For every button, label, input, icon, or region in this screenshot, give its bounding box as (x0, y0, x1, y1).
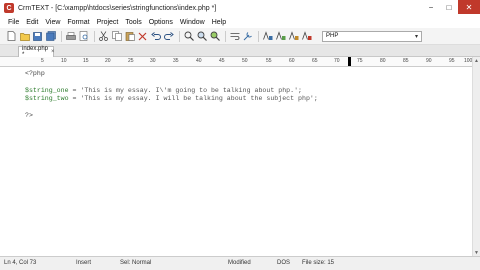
paste-icon[interactable] (124, 31, 135, 42)
tools-icon[interactable] (242, 31, 253, 42)
menu-file[interactable]: File (8, 19, 19, 26)
code-line-3-value: = 'This is my essay. I\'m going to be ta… (68, 86, 302, 94)
new-file-icon[interactable] (6, 31, 17, 42)
ruler-mark: 15 (83, 58, 89, 64)
ruler-mark: 25 (128, 58, 134, 64)
status-line-endings: DOS (277, 260, 291, 266)
open-folder-icon[interactable] (19, 31, 30, 42)
toolbar-separator (179, 30, 180, 42)
code-line-4-variable: $string_two (25, 95, 69, 103)
save-icon[interactable] (32, 31, 43, 42)
minimize-button[interactable]: − (422, 0, 440, 14)
ruler-mark: 55 (266, 58, 272, 64)
menu-window[interactable]: Window (180, 19, 205, 26)
delete-icon[interactable] (137, 31, 148, 42)
tab-close-icon[interactable]: × (51, 49, 55, 55)
toolbar-separator (61, 30, 62, 42)
column-ruler: 5 10 15 20 25 30 35 40 45 50 55 60 65 70… (0, 57, 472, 67)
chevron-down-icon: ▾ (414, 33, 418, 40)
ruler-mark: 95 (449, 58, 455, 64)
ruler-caret-marker (348, 57, 351, 66)
bookmark-prev-icon[interactable] (288, 31, 299, 42)
menu-project[interactable]: Project (97, 19, 119, 26)
status-cursor-position: Ln 4, Col 73 (4, 260, 37, 266)
line-gutter (0, 67, 20, 256)
bookmark-next-icon[interactable] (275, 31, 286, 42)
ruler-mark: 90 (426, 58, 432, 64)
toolbar-separator (225, 30, 226, 42)
ruler-mark: 60 (289, 58, 295, 64)
copy-icon[interactable] (111, 31, 122, 42)
menu-options[interactable]: Options (149, 19, 173, 26)
ruler-mark: 5 (41, 58, 44, 64)
ruler-mark: 70 (334, 58, 340, 64)
close-button[interactable]: ✕ (458, 0, 480, 14)
status-selection-mode: Sel: Normal (120, 260, 152, 266)
language-select-value: PHP (326, 33, 339, 39)
code-editor[interactable]: <?php $string_one = 'This is my essay. I… (0, 67, 472, 256)
menu-help[interactable]: Help (212, 19, 226, 26)
ruler-mark: 75 (357, 58, 363, 64)
window-controls: − □ ✕ (422, 0, 480, 14)
menu-edit[interactable]: Edit (26, 19, 38, 26)
tab-index-php[interactable]: index.php * × (18, 46, 55, 58)
ruler-mark: 85 (403, 58, 409, 64)
toolbar: PHP ▾ (0, 28, 480, 45)
redo-icon[interactable] (163, 31, 174, 42)
scroll-up-arrow-icon[interactable]: ▲ (473, 57, 480, 64)
save-all-icon[interactable] (45, 31, 56, 42)
menu-format[interactable]: Format (67, 19, 89, 26)
menu-tools[interactable]: Tools (125, 19, 141, 26)
word-wrap-icon[interactable] (229, 31, 240, 42)
ruler-mark: 50 (242, 58, 248, 64)
app-logo-icon: C (4, 3, 14, 13)
find-next-icon[interactable] (196, 31, 207, 42)
maximize-button[interactable]: □ (440, 0, 458, 14)
window-title: CrmTEXT - [C:\xampp\htdocs\series\string… (18, 4, 217, 12)
code-line-4-value: = 'This is my essay. I will be talking a… (68, 95, 318, 103)
vertical-scrollbar[interactable]: ▲ ▼ (472, 57, 480, 256)
code-line-6: ?> (25, 112, 33, 120)
ruler-mark: 30 (150, 58, 156, 64)
menu-view[interactable]: View (45, 19, 60, 26)
ruler-mark: 80 (380, 58, 386, 64)
status-bar: Ln 4, Col 73 Insert Sel: Normal Modified… (0, 256, 480, 270)
status-insert-mode: Insert (76, 260, 92, 266)
status-file-size: File size: 15 (302, 260, 335, 266)
code-line-1: <?php (25, 70, 45, 77)
ruler-mark: 10 (61, 58, 67, 64)
print-preview-icon[interactable] (78, 31, 89, 42)
undo-icon[interactable] (150, 31, 161, 42)
document-tab-bar: index.php * × (0, 45, 480, 58)
status-modified: Modified (228, 260, 251, 266)
ruler-mark: 45 (219, 58, 225, 64)
ruler-mark: 65 (312, 58, 318, 64)
title-bar: C CrmTEXT - [C:\xampp\htdocs\series\stri… (0, 0, 480, 16)
print-icon[interactable] (65, 31, 76, 42)
ruler-mark: 35 (173, 58, 179, 64)
bookmark-clear-icon[interactable] (301, 31, 312, 42)
code-line-3-variable: $string_one (25, 86, 69, 94)
replace-icon[interactable] (209, 31, 220, 42)
menu-bar: File Edit View Format Project Tools Opti… (0, 16, 480, 28)
scroll-down-arrow-icon[interactable]: ▼ (473, 249, 480, 256)
bookmark-toggle-icon[interactable] (262, 31, 273, 42)
ruler-mark: 20 (105, 58, 111, 64)
code-text[interactable]: <?php $string_one = 'This is my essay. I… (25, 70, 318, 120)
cut-icon[interactable] (98, 31, 109, 42)
find-icon[interactable] (183, 31, 194, 42)
toolbar-separator (258, 30, 259, 42)
ruler-mark: 40 (196, 58, 202, 64)
language-select[interactable]: PHP ▾ (322, 30, 422, 42)
toolbar-separator (94, 30, 95, 42)
